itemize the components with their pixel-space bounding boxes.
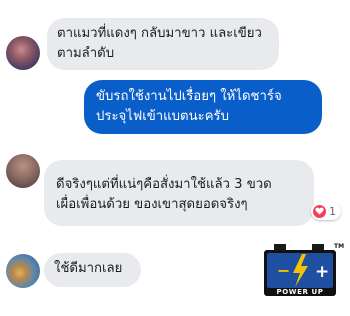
- message-text-line: ประจุไฟเข้าแบตนะครับ: [96, 109, 229, 124]
- message-bubble-outgoing[interactable]: ขับรถใช้งานไปเรื่อยๆ ให้ไดชาร์จ ประจุไฟเ…: [84, 80, 322, 134]
- heart-icon: [313, 204, 326, 218]
- message-text-line: ขับรถใช้งานไปเรื่อยๆ ให้ไดชาร์จ: [96, 89, 282, 104]
- message-text-line: เผื่อเพื่อนด้วย ของเขาสุดยอดจริงๆ: [56, 197, 248, 212]
- message-bubble-incoming[interactable]: ดีจริงๆแต่ที่แน่ๆคือสั่งมาใช้แล้ว 3 ขวด …: [44, 160, 314, 226]
- avatar[interactable]: [6, 36, 40, 70]
- power-up-logo: − + POWER UP TM: [262, 240, 344, 306]
- avatar[interactable]: [6, 254, 40, 288]
- message-bubble-incoming[interactable]: ใช้ดีมากเลย: [44, 253, 141, 287]
- message-text-line: ตาแมวที่แดงๆ กลับมาขาว และเขียว: [57, 26, 262, 41]
- minus-sign: −: [277, 261, 290, 280]
- message-text-line: ดีจริงๆแต่ที่แน่ๆคือสั่งมาใช้แล้ว 3 ขวด: [56, 177, 272, 192]
- avatar[interactable]: [6, 154, 40, 188]
- reaction-badge[interactable]: 1: [311, 202, 341, 220]
- trademark-text: TM: [334, 243, 344, 250]
- battery-terminal: [312, 244, 324, 251]
- battery-terminal: [274, 244, 286, 251]
- message-text-line: ตามลำดับ: [57, 46, 115, 61]
- reaction-count: 1: [329, 204, 336, 218]
- message-bubble-incoming[interactable]: ตาแมวที่แดงๆ กลับมาขาว และเขียว ตามลำดับ: [47, 18, 279, 70]
- message-text-line: ใช้ดีมากเลย: [54, 261, 123, 276]
- plus-sign: +: [315, 262, 329, 282]
- logo-text: POWER UP: [276, 288, 323, 296]
